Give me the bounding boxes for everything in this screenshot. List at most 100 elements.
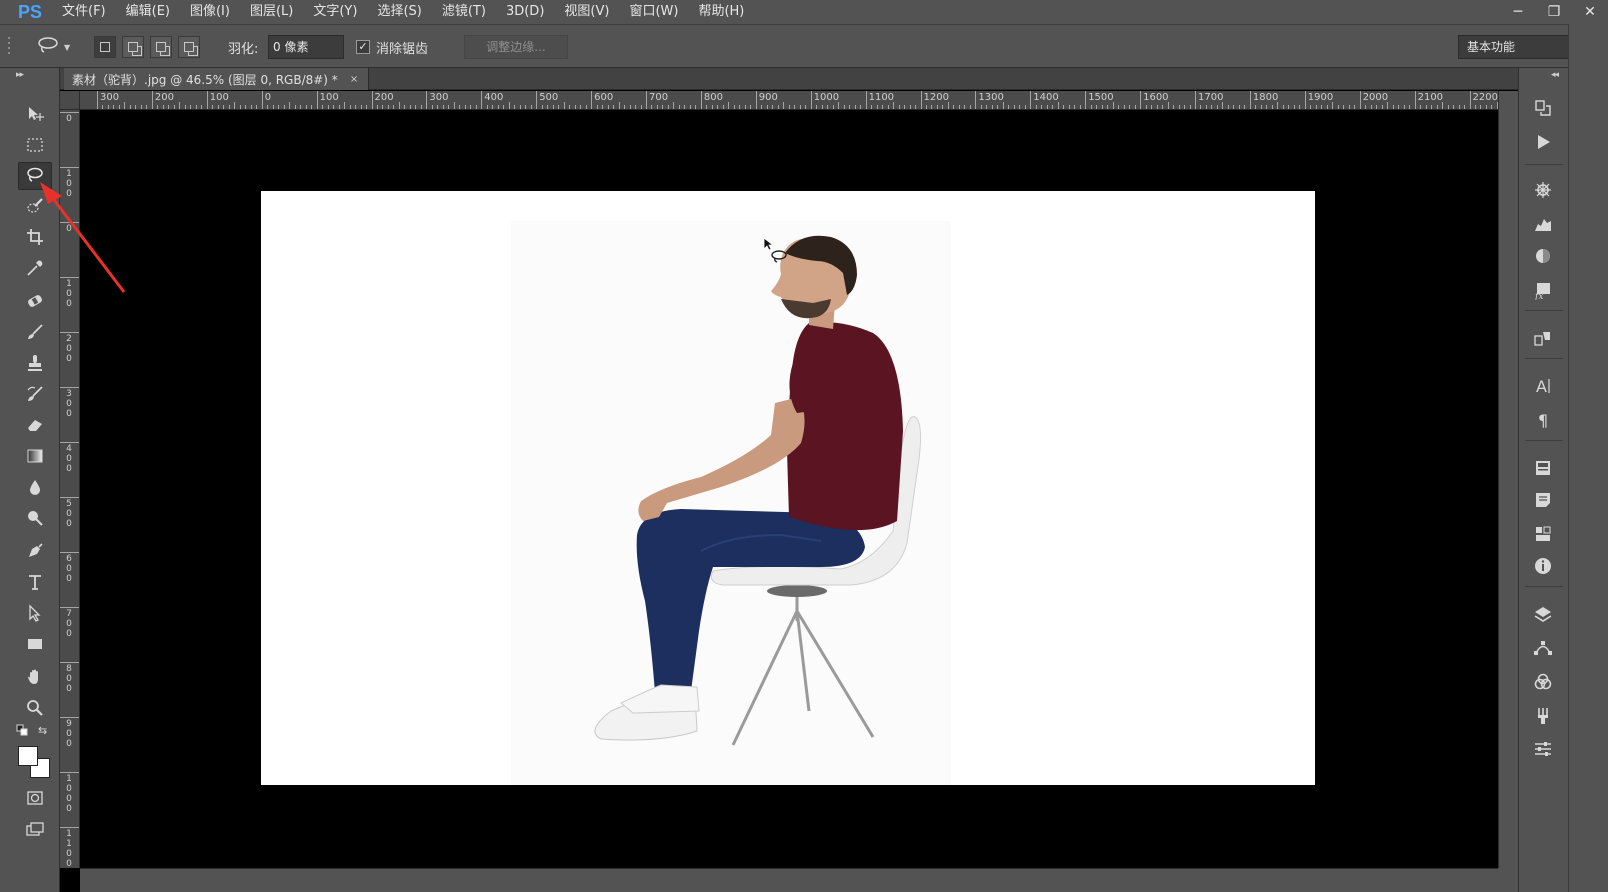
ruler-minor-tick: [1222, 102, 1224, 109]
zoom-tool[interactable]: [18, 694, 52, 722]
antialias-checkbox[interactable]: ✓: [356, 40, 370, 54]
feather-input[interactable]: 0 像素: [268, 35, 344, 59]
channels-icon[interactable]: [1529, 668, 1557, 696]
menu-layer[interactable]: 图层(L): [240, 0, 303, 24]
path-selection-tool[interactable]: [18, 599, 52, 627]
move-tool[interactable]: [18, 100, 52, 128]
tool-presets-icon[interactable]: [1529, 734, 1557, 762]
menu-image[interactable]: 图像(I): [180, 0, 240, 24]
collapse-dock-icon[interactable]: ◂◂: [1551, 70, 1559, 80]
adjustments-icon[interactable]: [1529, 176, 1557, 204]
blur-tool[interactable]: [18, 473, 52, 501]
paths-icon[interactable]: [1529, 634, 1557, 662]
tool-preset-picker[interactable]: ▼: [36, 35, 70, 59]
actions-icon[interactable]: [1529, 128, 1557, 156]
drop-icon: [30, 480, 40, 495]
ruler-tick: [60, 332, 79, 333]
brush-presets-icon[interactable]: [1529, 702, 1557, 730]
pen-tool[interactable]: [18, 537, 52, 565]
workspace-select[interactable]: 基本功能 ▲▼: [1458, 35, 1586, 74]
ruler-minor-tick: [947, 102, 949, 109]
ruler-tick: [60, 662, 79, 663]
eraser-tool[interactable]: [18, 411, 52, 439]
history-icon[interactable]: [1529, 94, 1557, 122]
horizontal-scrollbar[interactable]: [80, 868, 1518, 892]
ruler-tick: [481, 91, 483, 109]
swap-colors-icon[interactable]: ⇆: [38, 724, 47, 737]
new-selection-button[interactable]: [94, 36, 116, 58]
menu-select[interactable]: 选择(S): [367, 0, 431, 24]
menu-type[interactable]: 文字(Y): [303, 0, 367, 24]
foreground-color-swatch[interactable]: [18, 746, 38, 766]
lasso-preset-icon: [36, 35, 60, 59]
brush-tool[interactable]: [18, 318, 52, 346]
dodge-tool[interactable]: [18, 504, 52, 532]
histogram-icon[interactable]: [1529, 210, 1557, 238]
ruler-minor-tick: [618, 102, 620, 109]
marquee-tool[interactable]: [18, 131, 52, 159]
menu-edit[interactable]: 编辑(E): [116, 0, 180, 24]
document-canvas[interactable]: [261, 191, 1315, 785]
ruler-minor-tick: [893, 102, 895, 109]
ruler-label: 9 0 0: [66, 719, 72, 749]
character-icon[interactable]: A: [1529, 372, 1557, 400]
add-selection-icon: [128, 42, 138, 52]
close-tab-icon[interactable]: ×: [350, 74, 358, 85]
ruler-tick: [60, 112, 79, 113]
properties-icon[interactable]: [1529, 520, 1557, 548]
color-icon[interactable]: [1529, 242, 1557, 270]
clone-source-icon[interactable]: [1529, 324, 1557, 352]
clone-stamp-tool[interactable]: [18, 349, 52, 377]
menu-help[interactable]: 帮助(H): [688, 0, 754, 24]
screen-mode-button[interactable]: [18, 816, 52, 844]
ruler-label: 400: [484, 92, 504, 103]
styles-icon[interactable]: fx: [1529, 276, 1557, 304]
menu-file[interactable]: 文件(F): [52, 0, 116, 24]
ruler-tick: [591, 91, 593, 109]
rectangle-tool[interactable]: [18, 630, 52, 658]
ruler-tick: [755, 91, 757, 109]
history-brush-tool[interactable]: [18, 380, 52, 408]
marquee-icon: [27, 138, 43, 152]
selection-mode-group: [94, 35, 206, 59]
subtract-selection-button[interactable]: [150, 36, 172, 58]
antialias-toggle[interactable]: ✓ 消除锯齿: [356, 35, 428, 59]
collapse-toolbar-icon[interactable]: ▸▸: [16, 70, 24, 80]
menu-3d[interactable]: 3D(D): [496, 0, 554, 24]
document-tab[interactable]: 素材（驼背）.jpg @ 46.5% (图层 0, RGB/8#) * ×: [64, 68, 370, 90]
ruler-minor-tick: [179, 102, 181, 109]
menu-filter[interactable]: 滤镜(T): [432, 0, 496, 24]
info-icon[interactable]: [1529, 552, 1557, 580]
close-window-button[interactable]: ✕: [1572, 0, 1608, 24]
ruler-label: 1700: [1198, 92, 1224, 103]
paragraph-icon[interactable]: ¶: [1529, 406, 1557, 434]
horizontal-ruler[interactable]: 300 200 100 0 100 200 300 400 500 600 700 800 900 100…: [80, 91, 1498, 110]
intersect-selection-button[interactable]: [178, 36, 200, 58]
quick-mask-button[interactable]: [18, 784, 52, 812]
scrollbar-gutter[interactable]: [1498, 91, 1518, 868]
ruler-origin[interactable]: [60, 91, 80, 110]
ruler-label: 100: [209, 92, 229, 103]
panel-dock: ◂◂ fx A ¶: [1518, 68, 1568, 892]
hand-tool[interactable]: [18, 663, 52, 691]
ruler-label: 2100: [1417, 92, 1444, 103]
refine-edge-button[interactable]: 调整边缘...: [464, 35, 568, 59]
ruler-minor-tick: [1332, 102, 1334, 109]
ruler-tick: [206, 91, 208, 109]
libraries-icon[interactable]: [1529, 454, 1557, 482]
ruler-minor-tick: [344, 102, 346, 109]
gradient-tool[interactable]: [18, 442, 52, 470]
minimize-button[interactable]: ─: [1500, 0, 1536, 24]
type-tool[interactable]: [18, 568, 52, 596]
layers-icon[interactable]: [1529, 600, 1557, 628]
menu-window[interactable]: 窗口(W): [619, 0, 688, 24]
canvas-area[interactable]: [80, 110, 1498, 868]
add-to-selection-button[interactable]: [122, 36, 144, 58]
move-icon: [29, 107, 44, 121]
menu-view[interactable]: 视图(V): [554, 0, 619, 24]
notes-icon[interactable]: [1529, 486, 1557, 514]
restore-button[interactable]: ❐: [1536, 0, 1572, 24]
ruler-minor-tick: [783, 102, 785, 109]
default-colors-icon[interactable]: [16, 724, 28, 736]
ruler-tick: [975, 91, 977, 109]
